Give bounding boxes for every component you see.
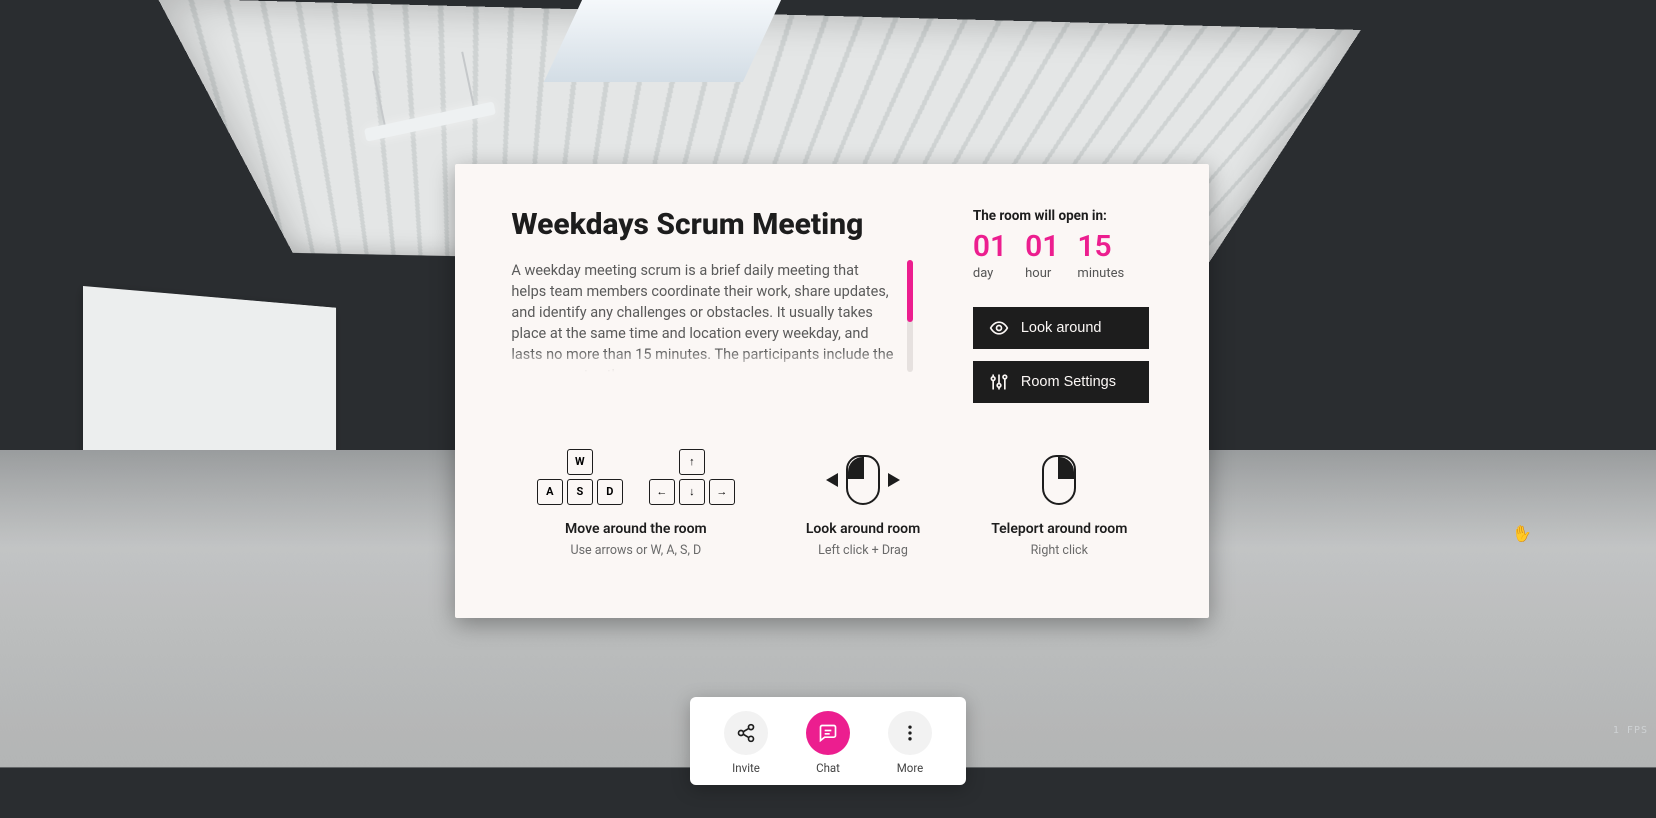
chat-icon (818, 723, 838, 743)
more-button[interactable]: More (888, 711, 932, 775)
invite-button[interactable]: Invite (724, 711, 768, 775)
chat-button[interactable]: Chat (806, 711, 850, 775)
more-vertical-icon (900, 723, 920, 743)
guide-move: W A S D ↑ ← ↓ → Move around the ro (537, 449, 735, 558)
guide-move-title: Move around the room (565, 521, 707, 537)
countdown-label: The room will open in: (973, 208, 1153, 224)
guide-move-sub: Use arrows or W, A, S, D (570, 543, 701, 558)
room-settings-button[interactable]: Room Settings (973, 361, 1149, 403)
room-settings-label: Room Settings (1021, 374, 1116, 390)
description-scrollbar[interactable] (907, 260, 913, 372)
mouse-rightclick-icon (1042, 455, 1076, 505)
invite-label: Invite (732, 761, 760, 775)
countdown-day-value: 01 (973, 232, 1007, 262)
look-around-label: Look around (1021, 320, 1102, 336)
guide-look-sub: Left click + Drag (818, 543, 908, 558)
bottom-dock: Invite Chat More (690, 697, 966, 785)
guide-teleport-title: Teleport around room (991, 521, 1127, 537)
share-icon (736, 723, 756, 743)
look-around-button[interactable]: Look around (973, 307, 1149, 349)
room-info-panel: Weekdays Scrum Meeting A weekday meeting… (455, 164, 1208, 618)
meeting-title: Weekdays Scrum Meeting (511, 208, 912, 243)
countdown: 01 day 01 hour 15 minutes (973, 232, 1153, 281)
guide-look: Look around room Left click + Drag (806, 455, 920, 558)
countdown-hour-unit: hour (1025, 266, 1059, 281)
countdown-min-unit: minutes (1077, 266, 1124, 281)
meeting-description-scroll[interactable]: A weekday meeting scrum is a brief daily… (511, 260, 912, 372)
mouse-drag-icon (826, 455, 900, 505)
sliders-icon (989, 372, 1009, 392)
guide-teleport: Teleport around room Right click (991, 455, 1127, 558)
eye-icon (989, 318, 1009, 338)
wasd-keys-icon: W A S D (537, 449, 623, 505)
skylight (544, 0, 781, 82)
countdown-hour-value: 01 (1025, 232, 1059, 262)
fps-counter: 1 FPS (1613, 725, 1648, 736)
chat-label: Chat (816, 761, 840, 775)
hand-cursor-icon: ✋ (1510, 522, 1533, 544)
more-label: More (897, 761, 924, 775)
controls-guide: W A S D ↑ ← ↓ → Move around the ro (511, 449, 1152, 558)
guide-look-title: Look around room (806, 521, 920, 537)
guide-teleport-sub: Right click (1031, 543, 1088, 558)
countdown-day-unit: day (973, 266, 1007, 281)
arrow-keys-icon: ↑ ← ↓ → (649, 449, 735, 505)
countdown-min-value: 15 (1077, 232, 1124, 262)
